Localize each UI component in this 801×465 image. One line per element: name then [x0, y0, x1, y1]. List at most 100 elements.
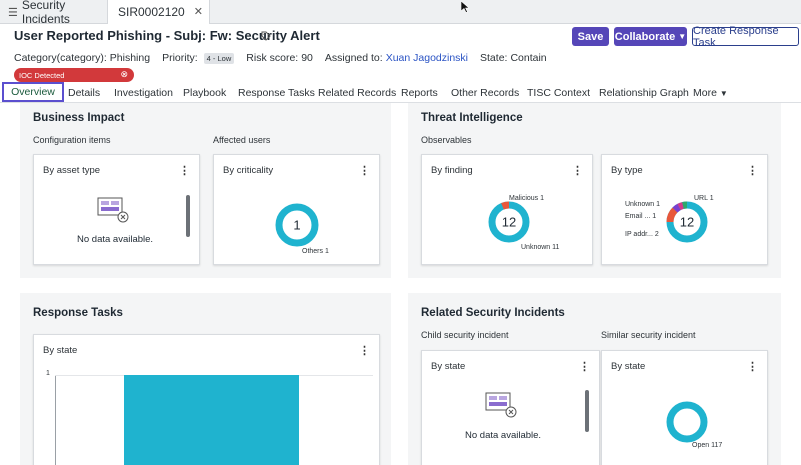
- y-axis-tick: 1: [46, 370, 50, 377]
- create-response-task-button[interactable]: Create Response Task: [692, 25, 799, 49]
- type-card: By type ⋮ 12 Unknown 1 Email ... 1 IP ad…: [601, 154, 768, 265]
- state-value: Contain: [510, 52, 547, 64]
- card-title: By criticality: [223, 165, 274, 176]
- open-value: 117: [711, 442, 723, 449]
- collaborate-button[interactable]: Collaborate ▼: [614, 27, 687, 46]
- finding-donut[interactable]: 12: [484, 197, 534, 247]
- similar-incident-label: Similar security incident: [601, 330, 696, 340]
- hamburger-icon: ☰: [8, 6, 18, 19]
- more-options-icon[interactable]: ⋮: [572, 164, 583, 177]
- tab-security-incidents[interactable]: ☰ Security Incidents: [0, 0, 107, 26]
- more-options-icon[interactable]: ⋮: [359, 344, 370, 357]
- ioc-detected-badge[interactable]: IOC Detected ⊗: [14, 68, 134, 82]
- no-data-icon: [485, 392, 517, 418]
- unknown-value: 1: [656, 201, 661, 208]
- similar-donut[interactable]: [662, 397, 712, 447]
- card-title: By type: [611, 165, 643, 176]
- malicious-legend: Malicious 1: [509, 195, 544, 202]
- ioc-label: IOC Detected: [19, 70, 65, 80]
- unknown-legend: Unknown 11: [521, 244, 559, 251]
- type-donut[interactable]: 12: [662, 197, 712, 247]
- tab-record[interactable]: SIR0002120 ✕: [107, 0, 210, 24]
- tab-other-records[interactable]: Other Records: [451, 87, 519, 99]
- tag-icon[interactable]: [261, 31, 271, 41]
- malicious-label: Malicious: [509, 195, 539, 202]
- tab-strip: ☰ Security Incidents SIR0002120 ✕: [0, 0, 801, 26]
- unknown-label: Unknown: [625, 201, 655, 208]
- more-options-icon[interactable]: ⋮: [747, 360, 758, 373]
- configuration-items-label: Configuration items: [33, 135, 111, 145]
- tab-overview[interactable]: Overview: [2, 82, 64, 102]
- donut-center-value: 12: [680, 215, 694, 230]
- tab-label: Security Incidents: [21, 0, 70, 26]
- more-options-icon[interactable]: ⋮: [579, 360, 590, 373]
- url-label: URL: [694, 195, 708, 202]
- card-title: By state: [43, 345, 78, 356]
- email-label: Email ...: [625, 213, 651, 220]
- state-label: State:: [480, 52, 508, 64]
- more-options-icon[interactable]: ⋮: [359, 164, 370, 177]
- assigned-label: Assigned to:: [324, 52, 383, 64]
- business-impact-title: Business Impact: [33, 112, 125, 124]
- card-title: By finding: [431, 165, 473, 176]
- remove-icon[interactable]: ⊗: [120, 69, 128, 80]
- malicious-value: 1: [540, 195, 545, 202]
- unknown-label: Unknown: [521, 244, 551, 251]
- url-value: 1: [709, 195, 714, 202]
- card-title: By asset type: [43, 165, 101, 176]
- tab-details[interactable]: Details: [68, 87, 100, 99]
- tab-related-records[interactable]: Related Records: [318, 87, 396, 99]
- email-legend: Email ... 1: [625, 213, 656, 220]
- card-title: By state: [431, 361, 466, 372]
- asset-type-card: By asset type ⋮ No data available.: [33, 154, 200, 265]
- business-impact-panel: Business Impact Configuration items Affe…: [20, 103, 391, 278]
- caret-down-icon: ▼: [719, 89, 728, 98]
- category-value: Phishing: [109, 52, 151, 64]
- state-bar[interactable]: [124, 375, 299, 465]
- others-value: 1: [324, 248, 329, 255]
- scrollbar[interactable]: [186, 195, 190, 237]
- child-incident-label: Child security incident: [421, 330, 509, 340]
- tab-reports[interactable]: Reports: [401, 87, 438, 99]
- risk-value: 90: [301, 52, 313, 64]
- no-data-text: No data available.: [465, 430, 542, 441]
- more-label: More: [693, 87, 717, 99]
- tab-response-tasks[interactable]: Response Tasks: [238, 87, 315, 99]
- threat-intelligence-panel: Threat Intelligence Observables By findi…: [408, 103, 781, 278]
- priority-badge: 4 - Low: [203, 52, 235, 64]
- child-state-card: By state ⋮ No data available.: [421, 350, 600, 465]
- mouse-cursor-icon: [461, 1, 469, 13]
- donut-center-value: 12: [502, 215, 516, 230]
- save-button[interactable]: Save: [572, 27, 609, 46]
- related-incidents-panel: Related Security Incidents Child securit…: [408, 293, 781, 465]
- url-legend: URL 1: [694, 195, 714, 202]
- scrollbar[interactable]: [585, 390, 589, 432]
- category-label: Category(category):: [14, 52, 107, 64]
- ip-value: 2: [654, 231, 659, 238]
- risk-label: Risk score:: [246, 52, 299, 64]
- response-tasks-title: Response Tasks: [33, 307, 123, 319]
- y-axis-line: [55, 375, 56, 465]
- unknown-value: 11: [552, 244, 560, 251]
- tab-more[interactable]: More ▼: [693, 87, 728, 99]
- others-legend: Others 1: [302, 248, 329, 255]
- unknown-legend: Unknown 1: [625, 201, 660, 208]
- criticality-donut[interactable]: 1: [272, 200, 322, 250]
- response-tasks-panel: Response Tasks By state ⋮ 1: [20, 293, 391, 465]
- close-icon[interactable]: ✕: [194, 5, 203, 18]
- no-data-text: No data available.: [77, 234, 154, 245]
- donut-center-value: 1: [293, 218, 300, 233]
- finding-card: By finding ⋮ 12 Malicious 1 Unknown 11: [421, 154, 593, 265]
- criticality-card: By criticality ⋮ 1 Others 1: [213, 154, 380, 265]
- related-incidents-title: Related Security Incidents: [421, 307, 565, 319]
- tab-label: SIR0002120: [118, 5, 185, 19]
- tab-tisc-context[interactable]: TISC Context: [527, 87, 590, 99]
- more-options-icon[interactable]: ⋮: [747, 164, 758, 177]
- assigned-user-link[interactable]: Xuan Jagodzinski: [386, 52, 468, 64]
- more-options-icon[interactable]: ⋮: [179, 164, 190, 177]
- incident-meta: Category(category): Phishing Priority: 4…: [14, 52, 550, 64]
- tab-relationship-graph[interactable]: Relationship Graph: [599, 87, 689, 99]
- tab-playbook[interactable]: Playbook: [183, 87, 226, 99]
- tab-investigation[interactable]: Investigation: [114, 87, 173, 99]
- email-value: 1: [652, 213, 657, 220]
